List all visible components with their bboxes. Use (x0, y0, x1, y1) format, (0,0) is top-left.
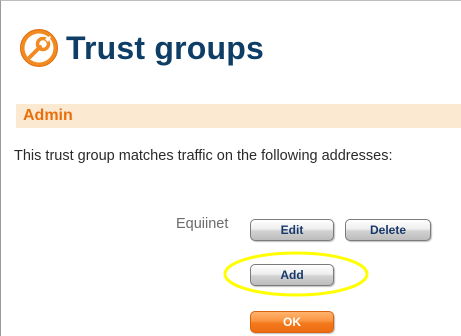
address-name: Equiinet (176, 216, 229, 232)
delete-button[interactable]: Delete (345, 219, 431, 241)
section-title: Admin (23, 107, 73, 124)
section-description: This trust group matches traffic on the … (14, 148, 393, 164)
trust-groups-panel: Trust groups Admin This trust group matc… (0, 0, 461, 336)
ok-button[interactable]: OK (250, 311, 334, 333)
edit-button[interactable]: Edit (250, 219, 334, 241)
page-title: Trust groups (66, 30, 264, 66)
add-button[interactable]: Add (250, 264, 334, 286)
wrench-icon (20, 29, 58, 67)
section-header: Admin (16, 104, 461, 128)
